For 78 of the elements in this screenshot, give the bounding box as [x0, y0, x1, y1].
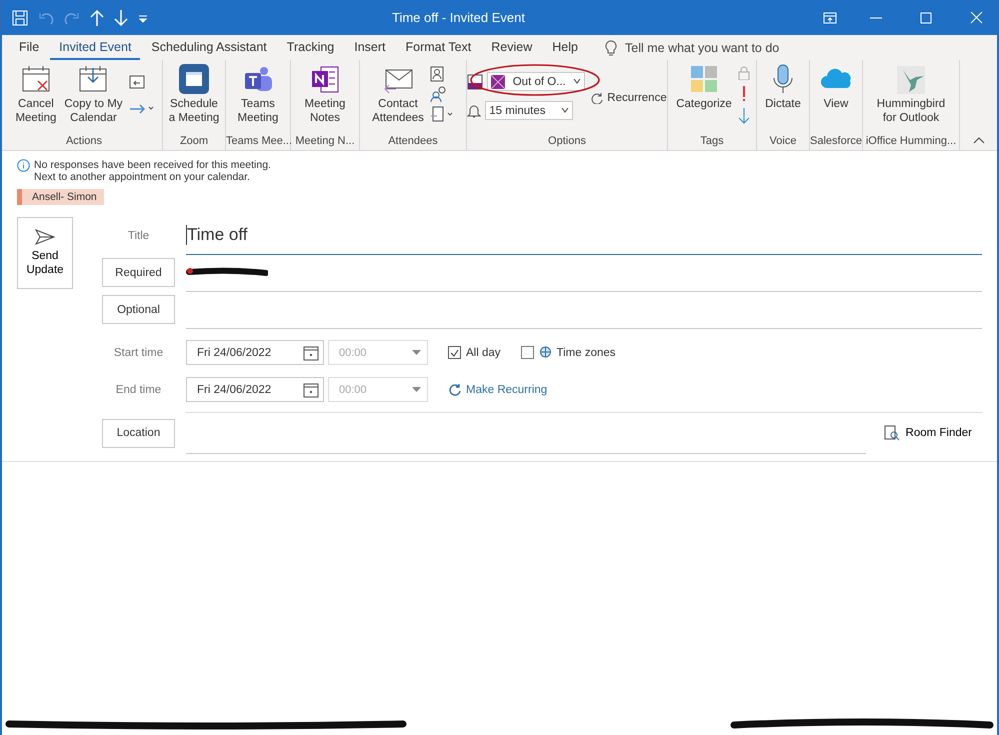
high-importance-icon[interactable]: [740, 86, 747, 102]
group-label: Zoom: [178, 135, 210, 149]
group-label: Tags: [699, 135, 725, 149]
calendar-app-icon: [178, 64, 209, 94]
recurrence-icon: [448, 383, 461, 396]
collapse-ribbon-icon[interactable]: [972, 137, 984, 144]
make-recurring-link[interactable]: Make Recurring: [448, 383, 548, 396]
checkmark-icon: [450, 348, 459, 356]
ribbon-button[interactable]: View: [817, 64, 855, 135]
caret-icon: [573, 79, 582, 84]
calendar-copy-icon: [77, 64, 110, 94]
recurrence-icon: [591, 92, 604, 104]
attendee-tag: Ansell- Simon: [17, 189, 104, 205]
room-finder-icon: [884, 425, 900, 441]
ribbon-button[interactable]: Meeting Notes: [302, 64, 348, 135]
ribbon-button[interactable]: Contact Attendees: [370, 64, 426, 135]
info-message: No responses have been received for this meeting.: [34, 159, 271, 171]
ribbon-tab[interactable]: Tracking: [278, 36, 344, 60]
lightbulb-icon: [605, 40, 617, 56]
contact-card-icon[interactable]: [430, 66, 444, 82]
field-label: Start time: [112, 346, 164, 358]
group-label: Attendees: [387, 135, 439, 149]
calendar-forward-icon[interactable]: [128, 74, 145, 90]
customize-icon[interactable]: [138, 12, 148, 22]
ribbon-button[interactable]: Teams Meeting: [236, 64, 280, 135]
field-label: End time: [114, 384, 162, 396]
group-label: Options: [547, 135, 587, 149]
optional-button[interactable]: Optional: [102, 295, 175, 324]
room-finder-button[interactable]: Room Finder: [884, 425, 982, 441]
group-label: Actions: [64, 135, 104, 149]
down-arrow-icon[interactable]: [114, 10, 128, 26]
ribbon-button[interactable]: Dictate: [763, 64, 803, 135]
hummingbird-icon: [894, 64, 927, 94]
categorize-icon: [689, 64, 719, 94]
all-day-checkbox[interactable]: All day: [448, 346, 501, 359]
ribbon-tab[interactable]: Help: [543, 36, 587, 60]
people-icon[interactable]: [430, 86, 448, 102]
group-label: Teams Mee...: [226, 135, 290, 149]
ribbon-button[interactable]: Schedule a Meeting: [166, 64, 222, 135]
required-button[interactable]: Required: [102, 258, 175, 287]
bell-icon: [467, 103, 482, 118]
group-label: Salesforce: [810, 135, 862, 149]
globe-icon: [538, 346, 552, 359]
ribbon-tab[interactable]: Scheduling Assistant: [142, 36, 276, 60]
info-message: Next to another appointment on your calendar.: [34, 171, 251, 183]
field-label: Title: [126, 230, 150, 242]
group-label: Voice: [768, 135, 798, 149]
title-field[interactable]: Time off: [186, 225, 248, 245]
group-label: iOffice Humming...: [864, 135, 958, 149]
info-icon: [17, 159, 30, 172]
ribbon-tab[interactable]: File: [10, 36, 48, 60]
out-of-office-icon: [491, 74, 506, 88]
forward-arrow-icon[interactable]: [128, 104, 155, 114]
save-icon[interactable]: [12, 10, 28, 26]
send-icon: [35, 229, 55, 245]
calendar-cancel-icon: [20, 64, 52, 94]
ribbon-tab[interactable]: Review: [482, 36, 542, 60]
location-button[interactable]: Location: [102, 418, 175, 448]
calendar-icon: [303, 344, 319, 360]
window-title: Time off - Invited Event: [392, 10, 526, 25]
tell-me-field[interactable]: Tell me what you want to do: [625, 40, 780, 54]
up-arrow-icon[interactable]: [90, 10, 104, 26]
ribbon-tab[interactable]: Insert: [345, 36, 395, 60]
time-zones-checkbox[interactable]: Time zones: [520, 346, 616, 359]
group-label: Meeting N...: [294, 135, 356, 149]
ribbon-button[interactable]: Copy to My Calendar: [62, 64, 125, 135]
caret-icon: [561, 108, 570, 113]
ribbon-button[interactable]: Categorize: [674, 64, 734, 135]
ribbon-button[interactable]: Hummingbird for Outlook: [874, 64, 948, 135]
dropdown-icon: [412, 387, 421, 392]
low-importance-icon[interactable]: [738, 108, 750, 124]
recurrence-button[interactable]: Recurrence: [591, 92, 667, 104]
ribbon-button[interactable]: Cancel Meeting: [13, 64, 58, 135]
ribbon-display-icon[interactable]: [823, 12, 837, 24]
ribbon-tab[interactable]: Format Text: [396, 36, 480, 60]
dropdown-icon: [412, 350, 421, 355]
send-update-button[interactable]: Send Update: [17, 217, 73, 289]
calendar-icon: [303, 382, 319, 398]
